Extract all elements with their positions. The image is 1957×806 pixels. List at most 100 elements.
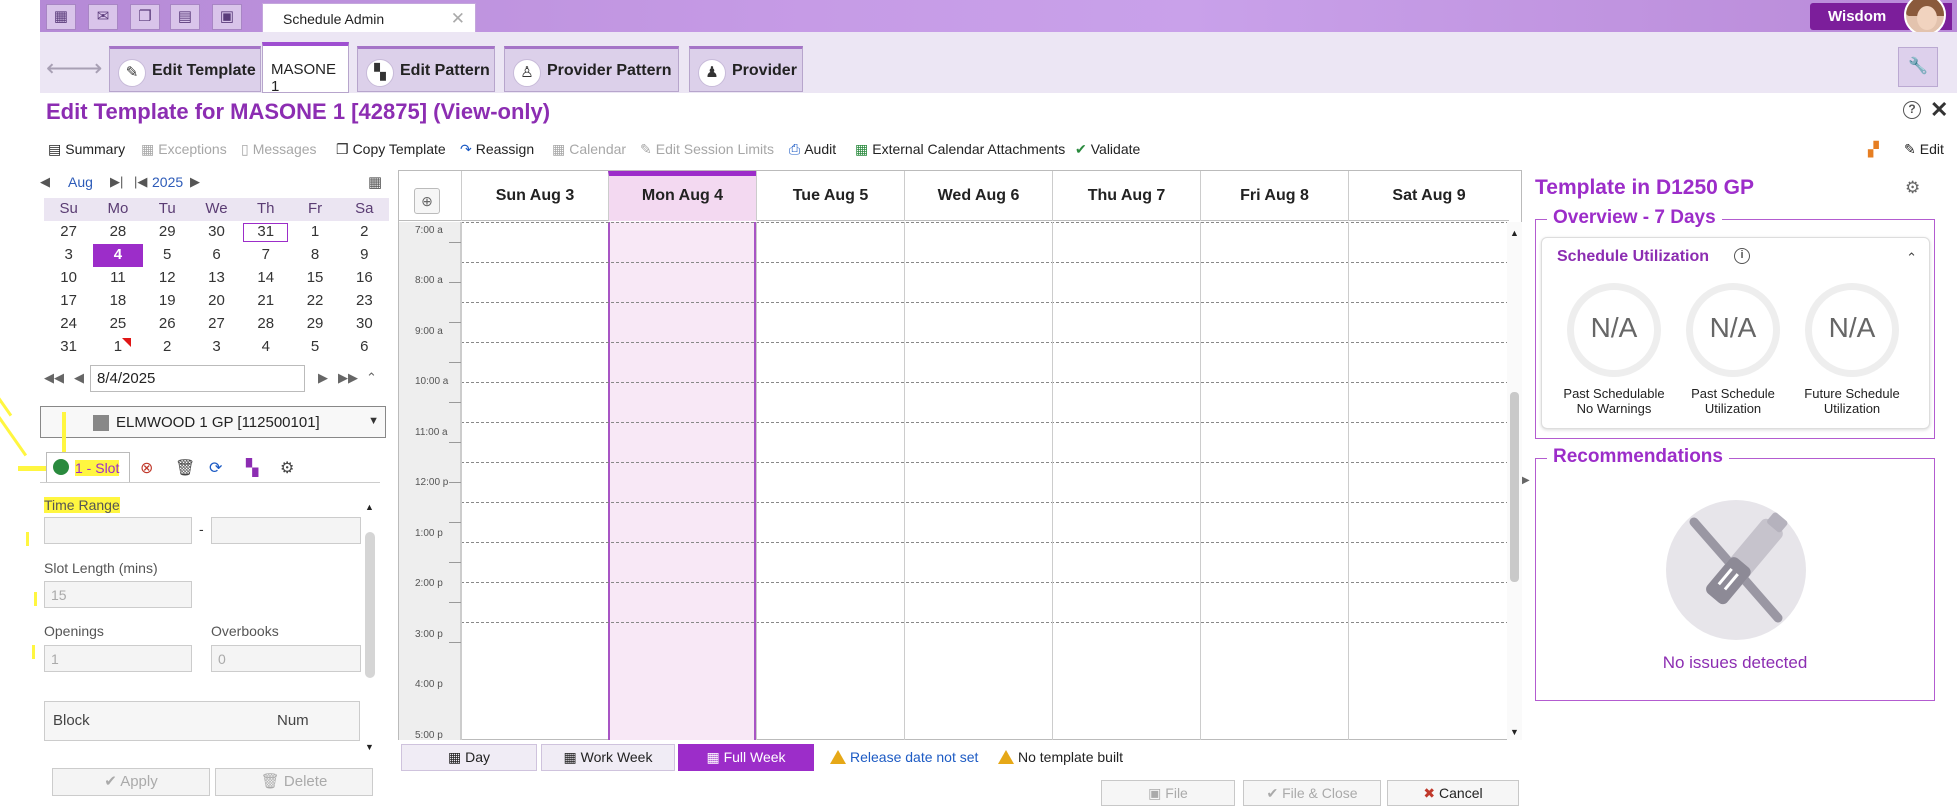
calendar-day[interactable]: 5 <box>290 336 339 359</box>
scroll-thumb[interactable] <box>1510 392 1519 582</box>
calendar-day[interactable]: 2 <box>143 336 192 359</box>
close-icon[interactable]: ✕ <box>1930 97 1948 123</box>
prev-month-icon[interactable]: ◀ <box>40 174 50 190</box>
exceptions-button[interactable]: ▦ Exceptions <box>141 141 227 158</box>
time-end-input[interactable] <box>211 517 361 544</box>
calendar-button[interactable]: ▦ Calendar <box>552 141 626 158</box>
day-header[interactable]: Sat Aug 9 <box>1348 171 1509 221</box>
validate-button[interactable]: ✔ Validate <box>1075 141 1140 158</box>
calendar-day[interactable]: 19 <box>143 290 192 313</box>
calendar-day-selected[interactable]: 4 <box>93 244 143 267</box>
calendar-day[interactable]: 20 <box>192 290 241 313</box>
date-field[interactable] <box>90 365 305 392</box>
calendar-day[interactable]: 31 <box>241 221 290 244</box>
audit-button[interactable]: ⎙ Audit <box>789 141 836 158</box>
calendar-day[interactable]: 9 <box>340 244 389 267</box>
day-header[interactable]: Tue Aug 5 <box>756 171 904 221</box>
calendar-day[interactable]: 3 <box>192 336 241 359</box>
calendar-day[interactable]: 13 <box>192 267 241 290</box>
calendar-day[interactable]: 27 <box>192 313 241 336</box>
gear-icon[interactable]: ⚙ <box>1905 178 1920 198</box>
last-icon[interactable]: ▶▶ <box>338 370 358 386</box>
calendar-day[interactable]: 16 <box>340 267 389 290</box>
calendar-day[interactable]: 12 <box>143 267 192 290</box>
info-icon[interactable]: i <box>1734 248 1750 264</box>
day-header-selected[interactable]: Mon Aug 4 <box>608 171 756 221</box>
calendar-day[interactable]: 21 <box>241 290 290 313</box>
calendar-day[interactable]: 24 <box>44 313 93 336</box>
day-header[interactable]: Thu Aug 7 <box>1052 171 1200 221</box>
selected-day-column[interactable] <box>608 222 756 740</box>
grid-scrollbar[interactable]: ▲ ▼ <box>1507 222 1522 740</box>
wrench-icon[interactable]: 🔧 <box>1898 47 1938 87</box>
calendar-day[interactable]: 7 <box>241 244 290 267</box>
close-tab-icon[interactable]: ✕ <box>451 9 465 29</box>
grid-icon[interactable]: ▦ <box>46 4 76 30</box>
full-week-button[interactable]: ▦ Full Week <box>678 744 814 771</box>
calendar-day-flagged[interactable]: 1 <box>93 336 142 359</box>
next-month-icon[interactable]: ▶| <box>110 174 123 190</box>
edit-button[interactable]: ✎ Edit <box>1904 141 1944 158</box>
next-icon[interactable]: ▶ <box>318 370 328 386</box>
panel-icon[interactable]: ▣ <box>212 4 242 30</box>
calendar-day[interactable]: 26 <box>143 313 192 336</box>
calendar-month[interactable]: Aug <box>68 174 93 190</box>
location-select[interactable]: ELMWOOD 1 GP [112500101] ▼ <box>40 406 386 438</box>
scroll-down-icon[interactable]: ▼ <box>365 742 374 752</box>
calendar-day[interactable]: 15 <box>290 267 339 290</box>
tab-edit-pattern[interactable]: ▚ Edit Pattern <box>357 46 495 92</box>
slot-panel-scrollbar[interactable]: ▲ ▼ <box>363 500 377 760</box>
calendar-day[interactable]: 1 <box>290 221 339 244</box>
tab-provider-pattern[interactable]: ♙ Provider Pattern <box>504 46 679 92</box>
day-header[interactable]: Sun Aug 3 <box>461 171 608 221</box>
calendar-day[interactable]: 11 <box>93 267 142 290</box>
help-icon[interactable]: ? <box>1903 101 1921 119</box>
scroll-down-icon[interactable]: ▼ <box>1510 727 1519 737</box>
calendar-day[interactable]: 25 <box>93 313 142 336</box>
tab-provider[interactable]: ♟ Provider <box>689 46 803 92</box>
calendar-day[interactable]: 17 <box>44 290 93 313</box>
file-close-button[interactable]: ✔ File & Close <box>1243 780 1381 806</box>
file-button[interactable]: ▣ File <box>1101 780 1235 806</box>
windows-icon[interactable]: ❐ <box>130 4 160 30</box>
calendar-day[interactable]: 29 <box>143 221 192 244</box>
slot-length-input[interactable] <box>44 581 192 608</box>
tab-edit-template[interactable]: ✎ Edit Template <box>109 46 261 92</box>
tab-schedule-admin[interactable]: Schedule Admin ✕ <box>262 3 476 32</box>
gear-icon[interactable]: ⚙ <box>280 458 294 478</box>
calendar-day[interactable]: 30 <box>340 313 389 336</box>
calendar-day[interactable]: 6 <box>340 336 389 359</box>
scroll-up-icon[interactable]: ▲ <box>365 502 374 512</box>
calendar-year[interactable]: 2025 <box>152 174 183 190</box>
calendar-today-icon[interactable]: ▦ <box>368 173 382 191</box>
calendar-day[interactable]: 23 <box>340 290 389 313</box>
calendar-day[interactable]: 30 <box>192 221 241 244</box>
reassign-button[interactable]: ↷ Reassign <box>460 141 534 158</box>
tab-slot[interactable]: 1 - Slot <box>46 452 130 482</box>
calendar-day[interactable]: 31 <box>44 336 93 359</box>
delete-button[interactable]: 🗑 Delete <box>215 768 373 796</box>
calendar-day[interactable]: 28 <box>241 313 290 336</box>
overbooks-input[interactable] <box>211 645 361 672</box>
collapse-icon[interactable]: ⌃ <box>366 370 377 386</box>
day-header[interactable]: Wed Aug 6 <box>904 171 1052 221</box>
refresh-icon[interactable]: ⟳ <box>209 458 222 478</box>
scroll-thumb[interactable] <box>365 532 375 678</box>
calendar-day[interactable]: 18 <box>93 290 142 313</box>
scroll-up-icon[interactable]: ▲ <box>1510 228 1519 238</box>
calendar-day[interactable]: 28 <box>93 221 142 244</box>
external-calendar-button[interactable]: ▦ External Calendar Attachments <box>855 141 1065 158</box>
calendar-day[interactable]: 4 <box>241 336 290 359</box>
time-start-input[interactable] <box>44 517 192 544</box>
calendar-day[interactable]: 3 <box>44 244 93 267</box>
calendar-day[interactable]: 22 <box>290 290 339 313</box>
summary-button[interactable]: ▤ Summary <box>48 141 125 158</box>
calendar-day[interactable]: 8 <box>290 244 339 267</box>
next-year-icon[interactable]: ▶ <box>190 174 200 190</box>
day-view-button[interactable]: ▦ Day <box>401 744 537 771</box>
messages-button[interactable]: ▯ Messages <box>241 141 317 158</box>
release-date-link[interactable]: Release date not set <box>830 749 978 765</box>
calendar-day[interactable]: 29 <box>290 313 339 336</box>
zoom-icon[interactable]: ⊕ <box>414 188 440 214</box>
first-icon[interactable]: ◀◀ <box>44 370 64 386</box>
